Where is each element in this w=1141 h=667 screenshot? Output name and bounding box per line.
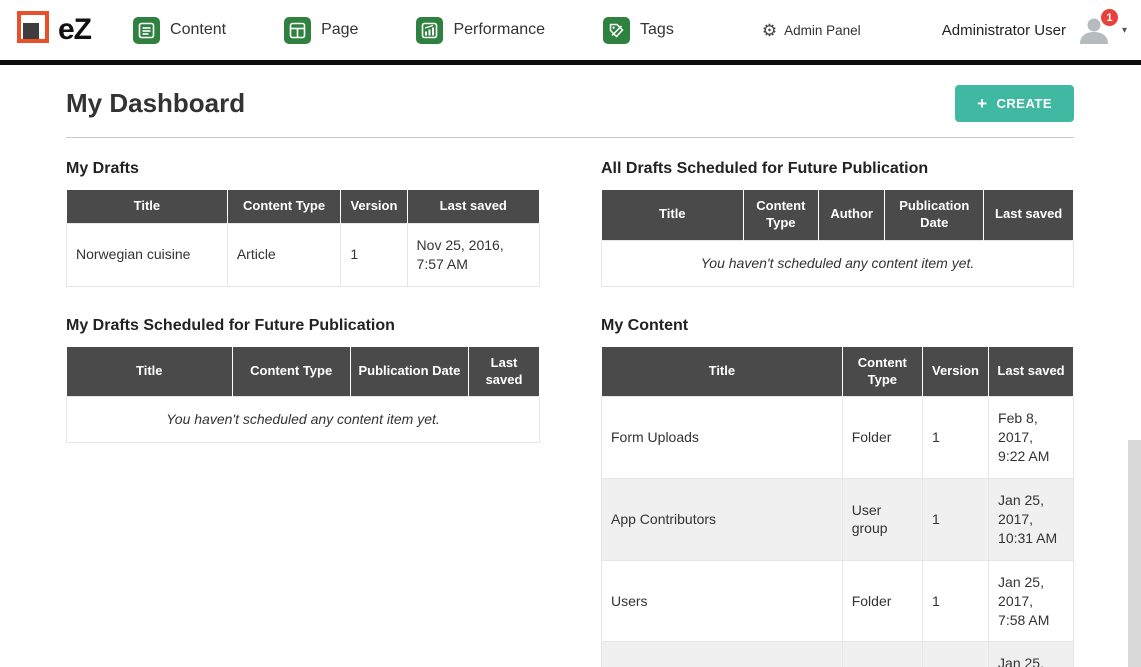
column-header: Last saved <box>984 190 1074 241</box>
cell-content-type: Folder <box>842 397 922 479</box>
page-divider <box>66 137 1074 138</box>
my-content-section: My Content Title Content Type Version La… <box>601 317 1074 667</box>
column-header: Title <box>67 190 228 224</box>
my-drafts-scheduled-table: Title Content Type Publication Date Last… <box>66 346 540 444</box>
tags-icon <box>603 17 630 44</box>
all-drafts-scheduled-table: Title Content Type Author Publication Da… <box>601 189 1074 287</box>
nav-item-performance[interactable]: Performance <box>416 17 545 44</box>
table-row[interactable]: App Folder 1 Jan 25, 2017, 7:55 AM <box>602 642 1074 667</box>
avatar[interactable]: 1 <box>1076 16 1112 44</box>
table-row[interactable]: Norwegian cuisine Article 1 Nov 25, 2016… <box>67 223 540 286</box>
my-drafts-table: Title Content Type Version Last saved No… <box>66 189 540 287</box>
empty-row: You haven't scheduled any content item y… <box>602 240 1074 286</box>
header-divider-bar <box>0 60 1141 65</box>
left-column: My Drafts Title Content Type Version Las… <box>66 160 540 667</box>
all-drafts-scheduled-section: All Drafts Scheduled for Future Publicat… <box>601 160 1074 287</box>
nav-label-page: Page <box>321 21 358 39</box>
cell-version: 1 <box>922 479 988 561</box>
cell-content-type: Article <box>227 223 341 286</box>
cell-title[interactable]: Users <box>602 560 843 642</box>
gear-icon: ⚙ <box>762 22 777 39</box>
admin-panel-menu[interactable]: ⚙ Admin Panel <box>762 22 861 39</box>
cell-title[interactable]: App <box>602 642 843 667</box>
cell-last-saved: Jan 25, 2017, 7:55 AM <box>989 642 1074 667</box>
cell-last-saved: Feb 8, 2017, 9:22 AM <box>989 397 1074 479</box>
table-row[interactable]: Users Folder 1 Jan 25, 2017, 7:58 AM <box>602 560 1074 642</box>
cell-version: 1 <box>922 642 988 667</box>
my-drafts-title: My Drafts <box>66 160 540 178</box>
nav-item-content[interactable]: Content <box>133 17 226 44</box>
table-row[interactable]: Form Uploads Folder 1 Feb 8, 2017, 9:22 … <box>602 397 1074 479</box>
ez-logo-text: eZ <box>58 13 91 47</box>
cell-title[interactable]: Norwegian cuisine <box>67 223 228 286</box>
column-header: Content Type <box>232 346 350 397</box>
nav-item-tags[interactable]: Tags <box>603 17 674 44</box>
cell-title[interactable]: Form Uploads <box>602 397 843 479</box>
my-content-title: My Content <box>601 317 1074 335</box>
table-header-row: Title Content Type Author Publication Da… <box>602 190 1074 241</box>
scrollbar[interactable] <box>1128 440 1141 667</box>
column-header: Author <box>819 190 885 241</box>
user-menu[interactable]: Administrator User 1 ▾ <box>942 16 1127 44</box>
cell-version: 1 <box>922 560 988 642</box>
empty-row: You haven't scheduled any content item y… <box>67 397 540 443</box>
admin-panel-label: Admin Panel <box>784 23 861 38</box>
table-header-row: Title Content Type Version Last saved <box>67 190 540 224</box>
cell-content-type: User group <box>842 479 922 561</box>
empty-message: You haven't scheduled any content item y… <box>67 397 540 443</box>
all-drafts-scheduled-title: All Drafts Scheduled for Future Publicat… <box>601 160 1074 178</box>
column-header: Title <box>67 346 233 397</box>
my-drafts-scheduled-title: My Drafts Scheduled for Future Publicati… <box>66 317 540 335</box>
chevron-down-icon: ▾ <box>1122 25 1127 36</box>
cell-version: 1 <box>341 223 407 286</box>
column-header: Last saved <box>407 190 539 224</box>
create-button-label: CREATE <box>997 96 1052 111</box>
content-icon <box>133 17 160 44</box>
user-name: Administrator User <box>942 22 1066 39</box>
nav-item-page[interactable]: Page <box>284 17 358 44</box>
plus-icon: + <box>977 95 987 112</box>
my-drafts-scheduled-section: My Drafts Scheduled for Future Publicati… <box>66 317 540 444</box>
performance-icon <box>416 17 443 44</box>
table-header-row: Title Content Type Version Last saved <box>602 346 1074 397</box>
nav-label-content: Content <box>170 21 226 39</box>
page-title: My Dashboard <box>66 88 245 119</box>
nav-label-performance: Performance <box>453 21 545 39</box>
cell-content-type: Folder <box>842 560 922 642</box>
column-header: Content Type <box>227 190 341 224</box>
column-header: Version <box>341 190 407 224</box>
cell-title[interactable]: App Contributors <box>602 479 843 561</box>
notification-badge[interactable]: 1 <box>1101 9 1118 26</box>
empty-message: You haven't scheduled any content item y… <box>602 240 1074 286</box>
table-header-row: Title Content Type Publication Date Last… <box>67 346 540 397</box>
cell-content-type: Folder <box>842 642 922 667</box>
nav-label-tags: Tags <box>640 21 674 39</box>
column-header: Last saved <box>989 346 1074 397</box>
column-header: Title <box>602 190 744 241</box>
create-button[interactable]: + CREATE <box>955 85 1074 122</box>
cell-last-saved: Jan 25, 2017, 10:31 AM <box>989 479 1074 561</box>
column-header: Title <box>602 346 843 397</box>
cell-last-saved: Nov 25, 2016, 7:57 AM <box>407 223 539 286</box>
my-drafts-section: My Drafts Title Content Type Version Las… <box>66 160 540 287</box>
my-content-table: Title Content Type Version Last saved Fo… <box>601 346 1074 667</box>
cell-last-saved: Jan 25, 2017, 7:58 AM <box>989 560 1074 642</box>
ez-logo-icon <box>14 9 52 52</box>
page-icon <box>284 17 311 44</box>
column-header: Publication Date <box>885 190 984 241</box>
column-header: Content Type <box>842 346 922 397</box>
page-header: My Dashboard + CREATE <box>66 85 1074 122</box>
dashboard-page: My Dashboard + CREATE My Drafts Title Co… <box>0 85 1141 667</box>
column-header: Version <box>922 346 988 397</box>
main-nav: Content Page Per <box>133 17 674 44</box>
right-column: All Drafts Scheduled for Future Publicat… <box>601 160 1074 667</box>
top-bar: eZ Content Page <box>0 0 1141 60</box>
cell-version: 1 <box>922 397 988 479</box>
column-header: Content Type <box>743 190 819 241</box>
column-header: Publication Date <box>350 346 468 397</box>
column-header: Last saved <box>469 346 540 397</box>
ez-logo[interactable]: eZ <box>14 9 91 52</box>
table-row[interactable]: App Contributors User group 1 Jan 25, 20… <box>602 479 1074 561</box>
